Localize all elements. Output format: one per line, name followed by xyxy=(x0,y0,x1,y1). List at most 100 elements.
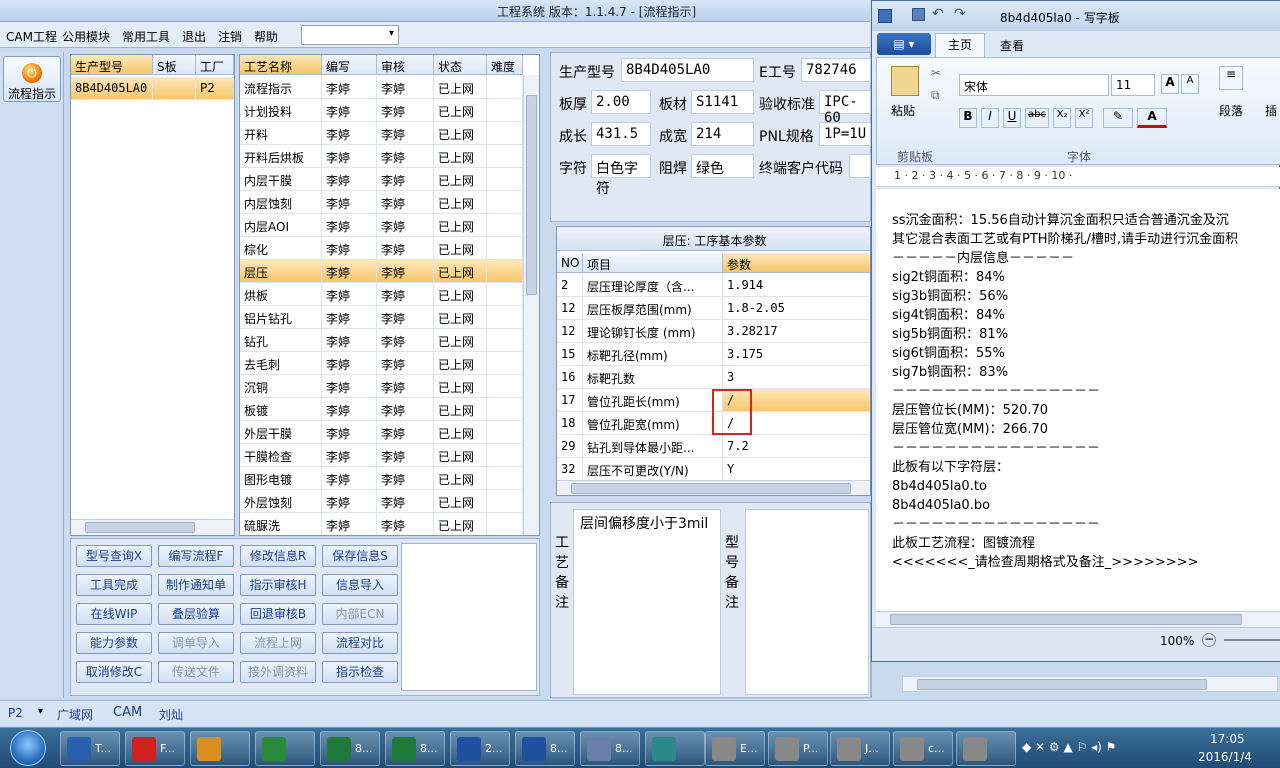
menu-tools[interactable]: 常用工具 xyxy=(122,28,170,45)
process-row[interactable]: 图形电镀 李婷 李婷 已上网 xyxy=(240,467,523,490)
action-button[interactable]: 工具完成 xyxy=(76,574,152,596)
taskbar-button[interactable]: T... xyxy=(60,731,120,766)
thick-field[interactable]: 2.00 xyxy=(591,90,651,114)
process-row[interactable]: 烘板 李婷 李婷 已上网 xyxy=(240,283,523,306)
start-button[interactable] xyxy=(10,730,46,766)
action-button[interactable]: 制作通知单 xyxy=(158,574,234,596)
process-row[interactable]: 沉铜 李婷 李婷 已上网 xyxy=(240,375,523,398)
action-button[interactable]: 修改信息R xyxy=(240,545,316,567)
insert-label[interactable]: 插 xyxy=(1265,102,1277,119)
model-hscroll-thumb[interactable] xyxy=(85,522,195,533)
model-remark-text[interactable] xyxy=(745,509,869,695)
action-button[interactable]: 流程对比 xyxy=(322,632,398,654)
col-no[interactable]: NO xyxy=(557,253,583,273)
process-remark-text[interactable]: 层间偏移度小于3mil xyxy=(573,509,721,695)
taskbar-button[interactable] xyxy=(190,731,250,766)
process-row[interactable]: 流程指示 李婷 李婷 已上网 xyxy=(240,76,523,99)
col-reviewer[interactable]: 审核 xyxy=(377,55,434,75)
action-button[interactable]: 接外调资料 xyxy=(240,661,316,683)
bold-icon[interactable]: B xyxy=(959,108,977,128)
material-field[interactable]: S1141 xyxy=(691,90,754,114)
process-row[interactable]: 计划投料 李婷 李婷 已上网 xyxy=(240,99,523,122)
menu-combo[interactable] xyxy=(301,25,399,45)
model-row[interactable]: 8B4D405LA0 P2 xyxy=(71,77,234,100)
cut-icon[interactable]: ✂ xyxy=(931,66,941,80)
save-icon[interactable] xyxy=(912,8,925,21)
grow-font-icon[interactable]: A xyxy=(1161,74,1179,94)
paragraph-label[interactable]: 段落 xyxy=(1219,102,1243,119)
action-button[interactable]: 流程上网 xyxy=(240,632,316,654)
chevron-down-icon[interactable]: ▾ xyxy=(38,706,43,717)
taskbar-button[interactable]: E... xyxy=(705,731,765,766)
zoom-slider[interactable] xyxy=(1224,639,1280,641)
process-guide-button[interactable]: ⏻ 流程指示 xyxy=(3,56,61,102)
process-row[interactable]: 硫脲洗 李婷 李婷 已上网 xyxy=(240,513,523,535)
action-button[interactable]: 调单导入 xyxy=(158,632,234,654)
action-button[interactable]: 内部ECN xyxy=(322,603,398,625)
pnl-field[interactable]: 1P=1U xyxy=(819,122,871,146)
col-factory[interactable]: 工厂 xyxy=(196,55,234,75)
strikethrough-icon[interactable]: abc xyxy=(1025,108,1049,128)
underline-icon[interactable]: U xyxy=(1003,108,1021,128)
process-row[interactable]: 内层AOI 李婷 李婷 已上网 xyxy=(240,214,523,237)
param-row[interactable]: 29 钻孔到导体最小距... 7.2 xyxy=(557,435,870,458)
shrink-font-icon[interactable]: A xyxy=(1181,74,1199,94)
param-row[interactable]: 16 标靶孔数 3 xyxy=(557,366,870,389)
process-row[interactable]: 去毛刺 李婷 李婷 已上网 xyxy=(240,352,523,375)
italic-icon[interactable]: I xyxy=(981,108,999,128)
taskbar-button[interactable] xyxy=(956,731,1016,766)
background-hscroll[interactable] xyxy=(902,676,1278,692)
taskbar-button[interactable]: 8... xyxy=(320,731,380,766)
param-row[interactable]: 32 层压不可更改(Y/N) Y xyxy=(557,458,870,481)
action-button[interactable]: 叠层验算 xyxy=(158,603,234,625)
process-row[interactable]: 内层蚀刻 李婷 李婷 已上网 xyxy=(240,191,523,214)
menu-logout[interactable]: 注销 xyxy=(218,28,242,45)
undo-icon[interactable]: ↶ xyxy=(932,6,944,22)
menu-help[interactable]: 帮助 xyxy=(254,28,278,45)
menu-cam[interactable]: CAM工程 xyxy=(6,28,57,45)
wordpad-hscroll[interactable] xyxy=(876,611,1280,627)
process-row[interactable]: 钻孔 李婷 李婷 已上网 xyxy=(240,329,523,352)
process-row[interactable]: 层压 李婷 李婷 已上网 xyxy=(240,260,523,283)
paste-label[interactable]: 粘贴 xyxy=(891,102,915,119)
action-button[interactable]: 信息导入 xyxy=(322,574,398,596)
action-button[interactable]: 回退审核B xyxy=(240,603,316,625)
process-row[interactable]: 开料 李婷 李婷 已上网 xyxy=(240,122,523,145)
action-button[interactable]: 指示审核H xyxy=(240,574,316,596)
taskbar-button[interactable]: F... xyxy=(125,731,185,766)
file-menu-button[interactable]: ▤ ▾ xyxy=(877,33,931,55)
taskbar-button[interactable] xyxy=(255,731,315,766)
taskbar-button[interactable]: P... xyxy=(768,731,828,766)
params-hscroll-thumb[interactable] xyxy=(571,483,851,494)
col-process[interactable]: 工艺名称 xyxy=(240,55,322,75)
process-row[interactable]: 外层蚀刻 李婷 李婷 已上网 xyxy=(240,490,523,513)
process-vscroll-thumb[interactable] xyxy=(526,95,537,295)
action-button[interactable]: 在线WIP xyxy=(76,603,152,625)
font-name-select[interactable]: 宋体 xyxy=(959,74,1109,96)
taskbar-button[interactable]: 8... xyxy=(385,731,445,766)
process-vscroll[interactable] xyxy=(523,75,539,535)
copy-icon[interactable]: ⧉ xyxy=(931,88,940,103)
action-button[interactable]: 保存信息S xyxy=(322,545,398,567)
col-param[interactable]: 参数 xyxy=(723,253,870,273)
col-status[interactable]: 状态 xyxy=(434,55,487,75)
menu-common-module[interactable]: 公用模块 xyxy=(62,28,110,45)
model-hscroll[interactable] xyxy=(71,519,234,535)
paragraph-icon[interactable]: ≡ xyxy=(1219,66,1243,90)
taskbar-button[interactable]: 2... xyxy=(450,731,510,766)
paste-icon[interactable] xyxy=(891,66,919,96)
process-row[interactable]: 干膜检查 李婷 李婷 已上网 xyxy=(240,444,523,467)
taskbar-button[interactable]: J... xyxy=(830,731,890,766)
font-color-icon[interactable]: A xyxy=(1137,108,1167,128)
wordpad-document[interactable]: ss沉金面积：15.56自动计算沉金面积只适合普通沉金及沉 其它混合表面工艺或有P… xyxy=(876,189,1280,611)
zoom-out-icon[interactable]: − xyxy=(1202,633,1216,647)
tray-icons[interactable]: ◆ ✕ ⚙ ▲ ⚐ ◂) ⚑ xyxy=(1022,740,1116,754)
model-field[interactable]: 8B4D405LA0 xyxy=(621,58,754,82)
param-row[interactable]: 15 标靶孔径(mm) 3.175 xyxy=(557,343,870,366)
action-button[interactable]: 取消修改C xyxy=(76,661,152,683)
param-row[interactable]: 12 层压板厚范围(mm) 1.8-2.05 xyxy=(557,297,870,320)
process-row[interactable]: 铝片钻孔 李婷 李婷 已上网 xyxy=(240,306,523,329)
taskbar-button[interactable]: 8... xyxy=(580,731,640,766)
len-field[interactable]: 431.5 xyxy=(591,122,651,146)
cust-field[interactable] xyxy=(849,154,871,178)
